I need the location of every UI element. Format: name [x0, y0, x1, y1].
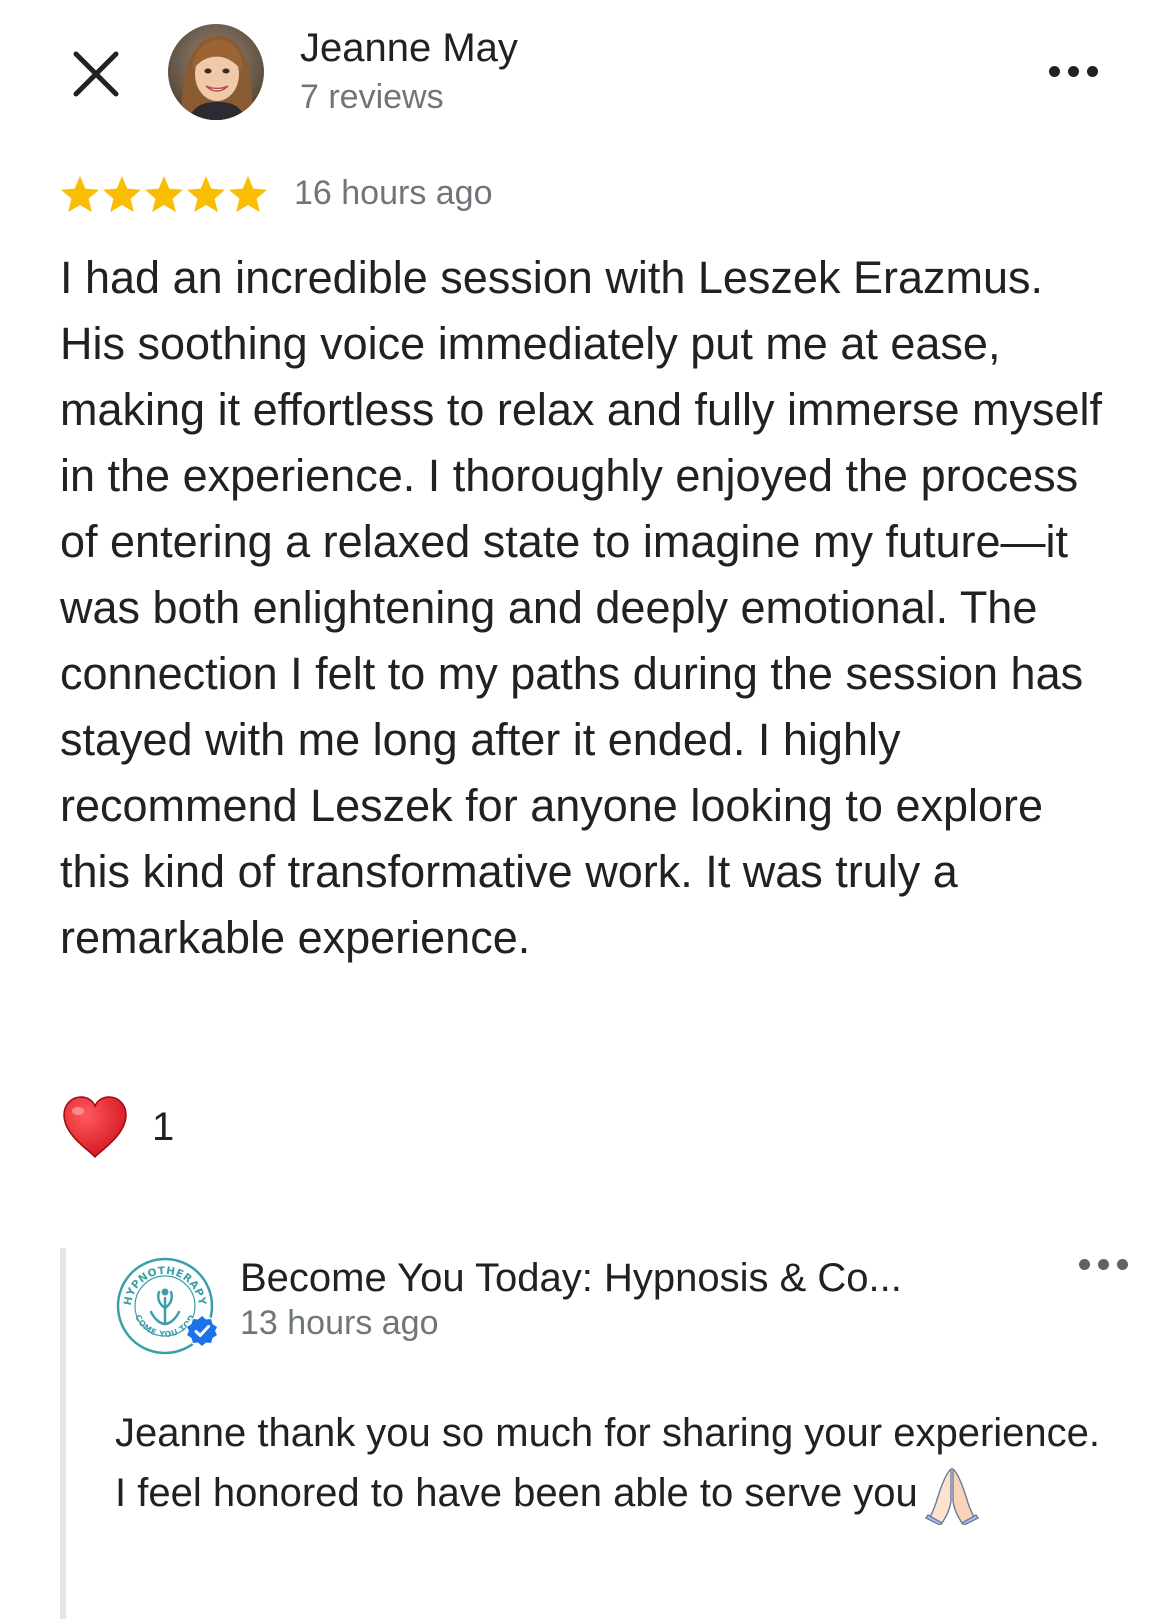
business-name[interactable]: Become You Today: Hypnosis & Co... [240, 1256, 902, 1301]
reaction-count: 1 [152, 1105, 175, 1149]
reviewer-review-count: 7 reviews [300, 78, 444, 116]
heart-icon [63, 1096, 127, 1159]
more-horizontal-icon [1079, 1259, 1090, 1270]
reply-time-ago: 13 hours ago [240, 1304, 439, 1342]
reply-text-container: Jeanne thank you so much for sharing you… [115, 1403, 1115, 1526]
review-header: Jeanne May 7 reviews [0, 0, 1170, 150]
close-icon [73, 51, 119, 97]
reply-more-options-button[interactable] [1076, 1249, 1132, 1279]
more-horizontal-icon [1049, 66, 1060, 77]
review-time-ago: 16 hours ago [294, 174, 493, 212]
review-text: I had an incredible session with Leszek … [60, 252, 1103, 963]
star-icon [61, 176, 99, 212]
reviewer-name[interactable]: Jeanne May [300, 26, 518, 71]
star-icon [187, 176, 225, 212]
folded-hands-icon [924, 1467, 979, 1526]
close-button[interactable] [70, 48, 122, 100]
reviewer-avatar[interactable] [168, 24, 264, 120]
reply-indent-bar [60, 1248, 66, 1619]
star-rating [61, 176, 267, 212]
star-icon [229, 176, 267, 212]
star-icon [145, 176, 183, 212]
review-more-options-button[interactable] [1046, 56, 1102, 86]
verified-badge-icon [186, 1315, 218, 1347]
owner-reply: HYPNOTHERAPY BECOME YOU TODAY Become You… [60, 1248, 1140, 1619]
star-icon [103, 176, 141, 212]
